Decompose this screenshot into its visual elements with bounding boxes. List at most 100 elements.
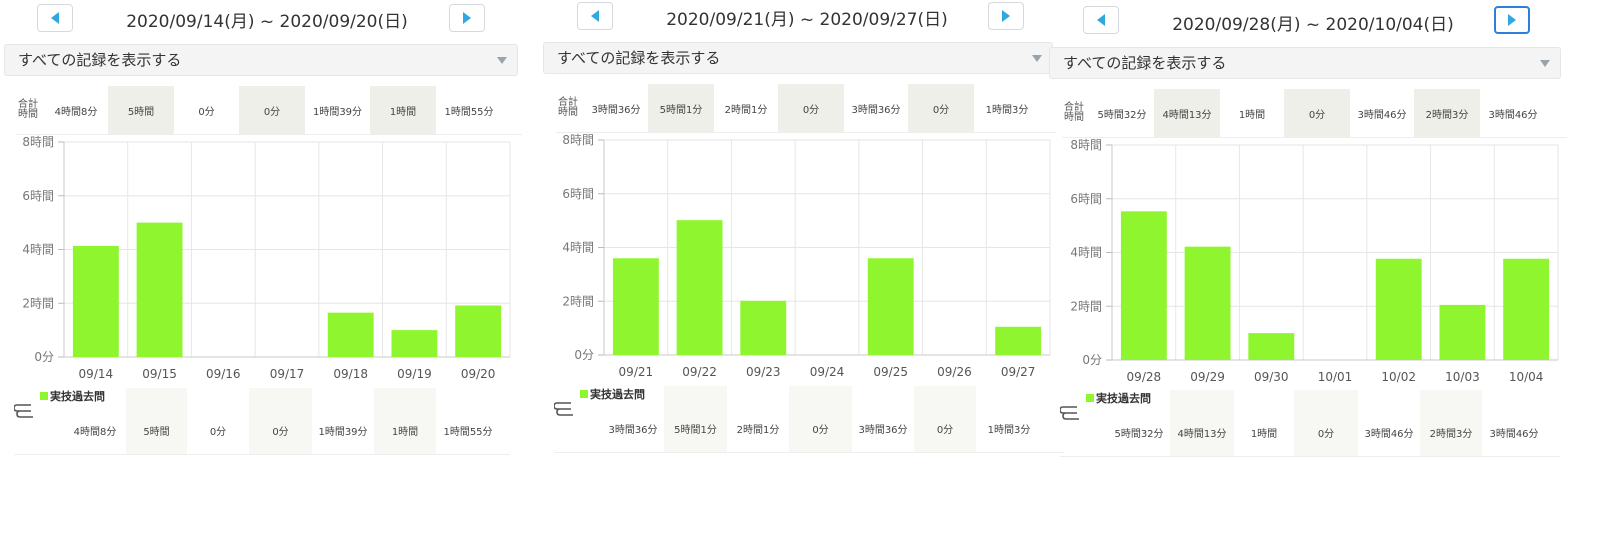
next-week-button[interactable] — [1494, 6, 1530, 34]
legend-swatch — [580, 390, 588, 398]
x-tick-label: 09/29 — [1190, 370, 1225, 384]
legend-value-cell: 0分 — [209, 427, 227, 438]
y-tick-label: 6時間 — [1070, 192, 1102, 206]
bar[interactable] — [1248, 333, 1295, 360]
x-tick-label: 09/30 — [1254, 370, 1289, 384]
bar[interactable] — [1184, 246, 1231, 360]
chevron-right-icon — [1002, 10, 1010, 22]
bar[interactable] — [1120, 211, 1167, 360]
total-cell: 0分 — [1284, 89, 1350, 137]
legend-value-cell: 1時間55分 — [443, 427, 493, 438]
bar[interactable] — [455, 305, 502, 357]
y-tick-label: 0分 — [34, 350, 54, 364]
record-filter-dropdown[interactable]: すべての記録を表示する — [4, 44, 518, 76]
dropdown-label: すべての記録を表示する — [1063, 54, 1227, 72]
y-tick-label: 4時間 — [22, 243, 54, 257]
legend-value-cell: 1時間3分 — [987, 425, 1031, 436]
chevron-down-icon — [1032, 55, 1042, 62]
legend-value-cell: 0分 — [1294, 390, 1358, 456]
chevron-down-icon — [497, 57, 507, 64]
y-tick-label: 8時間 — [1070, 138, 1102, 152]
prev-week-button[interactable] — [37, 4, 73, 32]
bar[interactable] — [1503, 258, 1550, 360]
y-tick-label: 6時間 — [562, 187, 594, 201]
x-tick-label: 09/28 — [1127, 370, 1162, 384]
legend-value-cell: 3時間36分 — [858, 425, 908, 436]
total-cell: 0分 — [778, 84, 844, 132]
x-tick-label: 09/20 — [461, 367, 496, 381]
chevron-right-icon — [1508, 14, 1516, 26]
legend-value-cell: 0分 — [249, 388, 312, 454]
legend-value-cell: 3時間36分 — [608, 425, 658, 436]
bar[interactable] — [676, 220, 723, 355]
x-tick-label: 09/26 — [937, 365, 972, 379]
totals-row: 合計 時間 5時間32分 4時間13分 1時間 0分 3時間46分 2時間3分 3… — [1062, 89, 1567, 138]
legend-value-cell: 5時間1分 — [664, 386, 727, 452]
legend-value-cell: 4時間8分 — [73, 427, 117, 438]
next-week-button[interactable] — [449, 4, 485, 32]
record-filter-dropdown[interactable]: すべての記録を表示する — [543, 42, 1053, 74]
y-tick-label: 0分 — [574, 348, 594, 362]
total-cell: 5時間1分 — [648, 84, 714, 132]
legend-value-cell: 2時間3分 — [1420, 390, 1482, 456]
bar[interactable] — [740, 300, 787, 355]
bar-chart: 0分 2時間 4時間 6時間 8時間 09/28 09/29 09/30 10/01 10/02 1… — [1070, 138, 1559, 384]
x-tick-label: 10/04 — [1509, 370, 1544, 384]
total-cell: 0分 — [198, 106, 215, 118]
total-cell: 0分 — [239, 86, 305, 134]
record-book-icon — [14, 404, 33, 418]
totals-label: 合計 時間 — [558, 97, 578, 118]
legend-row: 実技過去問 3時間36分 5時間1分 2時間1分 0分 3時間36分 0分 1時… — [554, 386, 1064, 453]
y-tick-label: 8時間 — [22, 135, 54, 149]
chevron-down-icon — [1540, 60, 1550, 67]
x-tick-label: 09/18 — [333, 367, 368, 381]
x-tick-label: 09/24 — [810, 365, 845, 379]
x-tick-label: 09/17 — [270, 367, 305, 381]
week-panel-2: 2020/09/21(月) ~ 2020/09/27(日) すべての記録を表示す… — [540, 0, 1080, 480]
totals-row: 合計 時間 3時間36分 5時間1分 2時間1分 0分 3時間36分 0分 1時間… — [556, 84, 1056, 133]
x-tick-label: 09/15 — [142, 367, 177, 381]
legend-value-cell: 1時間39分 — [318, 427, 368, 438]
total-cell: 5時間32分 — [1097, 109, 1147, 121]
y-tick-label: 0分 — [1082, 353, 1102, 367]
total-cell: 5時間 — [108, 86, 174, 134]
total-cell: 4時間8分 — [54, 106, 98, 118]
week-title: 2020/09/28(月) ~ 2020/10/04(日) — [1172, 15, 1454, 35]
prev-week-button[interactable] — [577, 2, 613, 30]
bar[interactable] — [995, 326, 1042, 355]
bar[interactable] — [327, 312, 374, 357]
bar[interactable] — [1439, 304, 1486, 360]
total-cell: 3時間46分 — [1357, 109, 1407, 121]
legend-value-cell: 1時間 — [374, 388, 436, 454]
total-cell: 4時間13分 — [1154, 89, 1220, 137]
bar[interactable] — [391, 330, 438, 357]
total-cell: 3時間36分 — [591, 104, 641, 116]
total-cell: 0分 — [908, 84, 974, 132]
y-tick-label: 4時間 — [1070, 246, 1102, 260]
bar[interactable] — [1375, 258, 1422, 360]
bar[interactable] — [867, 258, 914, 355]
next-week-button[interactable] — [988, 2, 1024, 30]
y-tick-label: 2時間 — [1070, 299, 1102, 313]
dropdown-label: すべての記録を表示する — [18, 51, 182, 69]
record-filter-dropdown[interactable]: すべての記録を表示する — [1049, 47, 1561, 79]
total-cell: 2時間1分 — [724, 104, 768, 116]
bar[interactable] — [72, 245, 119, 357]
legend-value-cell: 3時間46分 — [1364, 429, 1414, 440]
x-tick-label: 10/01 — [1318, 370, 1353, 384]
chevron-right-icon — [463, 12, 471, 24]
legend-value-cell: 1時間 — [1250, 429, 1278, 440]
dropdown-label: すべての記録を表示する — [557, 49, 721, 67]
total-cell: 1時間39分 — [312, 106, 363, 118]
week-title: 2020/09/14(月) ~ 2020/09/20(日) — [126, 12, 408, 32]
total-cell: 3時間46分 — [1488, 109, 1538, 121]
bar[interactable] — [136, 222, 183, 357]
total-cell: 1時間 — [1238, 109, 1266, 121]
y-tick-label: 8時間 — [562, 133, 594, 147]
week-panel-3: 2020/09/28(月) ~ 2020/10/04(日) すべての記録を表示す… — [1048, 0, 1617, 480]
prev-week-button[interactable] — [1083, 6, 1119, 34]
total-cell: 1時間3分 — [985, 104, 1029, 116]
bar[interactable] — [612, 258, 659, 355]
legend-value-cell: 4時間13分 — [1170, 390, 1234, 456]
chevron-left-icon — [1097, 14, 1105, 26]
